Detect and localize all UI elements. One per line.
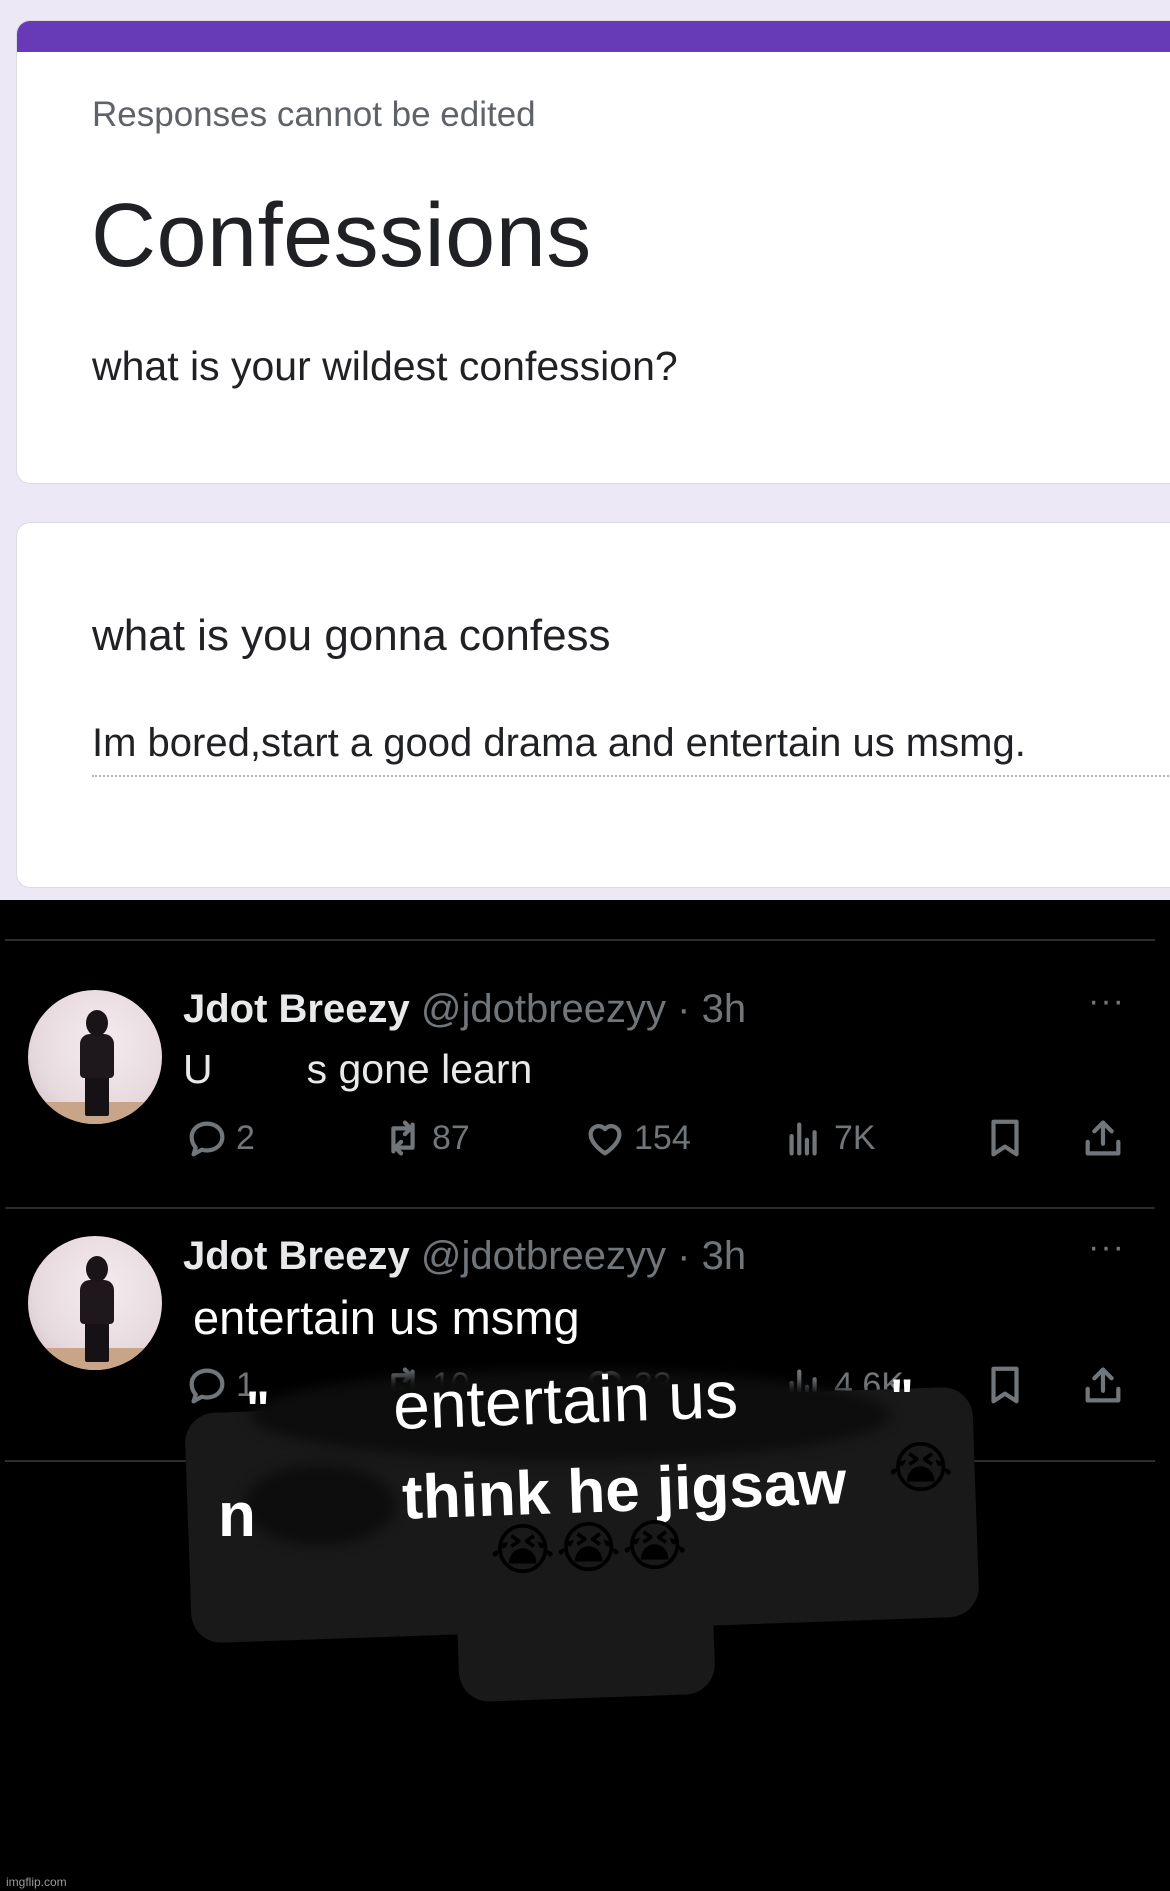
timestamp[interactable]: · 3h (677, 1234, 746, 1278)
caption-quote-open: " (246, 1381, 270, 1437)
tweet-text: entertain us msmg (193, 1291, 580, 1344)
tweet-header: Jdot Breezy @jdotbreezyy · 3h (183, 987, 746, 1032)
loudly-crying-face-emoji: 😭 (490, 1518, 556, 1581)
loudly-crying-face-emoji: 😭 (888, 1436, 954, 1499)
google-form-screenshot: Responses cannot be edited Confessions w… (0, 0, 1170, 900)
views-button[interactable]: 7K (782, 1110, 876, 1166)
responses-note: Responses cannot be edited (92, 95, 536, 134)
handle[interactable]: @jdotbreezyy (421, 1234, 666, 1278)
tweet-text: Us gone learn (183, 1046, 533, 1092)
twitter-screenshot: Jdot Breezy @jdotbreezyy · 3h ··· Us gon… (0, 900, 1170, 1891)
more-icon[interactable]: ··· (1088, 982, 1125, 1021)
like-button[interactable]: 154 (582, 1110, 691, 1166)
handle[interactable]: @jdotbreezyy (421, 987, 666, 1031)
censor-blur (245, 1465, 395, 1545)
form-accent-bar (17, 21, 1170, 52)
retweet-button[interactable]: 87 (380, 1110, 470, 1166)
question-title: what is you gonna confess (92, 611, 611, 660)
tweet-actions: 2 87 154 7K (0, 1110, 1170, 1166)
views-icon (789, 1122, 817, 1156)
loudly-crying-face-emoji: 😭 (622, 1514, 688, 1577)
form-description: what is your wildest confession? (92, 343, 678, 389)
divider (5, 1207, 1155, 1209)
reply-icon (189, 1121, 225, 1157)
caption-quote-close: " (890, 1369, 914, 1425)
reply-button[interactable]: 1 (184, 1357, 255, 1413)
display-name[interactable]: Jdot Breezy (183, 987, 410, 1031)
answer-underline (92, 775, 1170, 777)
loudly-crying-face-emoji: 😭 (556, 1516, 622, 1579)
form-title: Confessions (91, 186, 592, 286)
form-header-card: Responses cannot be edited Confessions w… (16, 20, 1170, 484)
retweet-icon (391, 1120, 415, 1156)
question-answer: Im bored,start a good drama and entertai… (92, 721, 1026, 765)
avatar[interactable] (28, 1236, 162, 1370)
bookmark-icon (991, 1366, 1019, 1404)
reply-button[interactable]: 2 (184, 1110, 255, 1166)
share-icon (1085, 1120, 1121, 1156)
caption-line-2-start: n (218, 1481, 256, 1550)
divider (5, 939, 1155, 941)
avatar[interactable] (28, 990, 162, 1124)
caption-line-1: entertain us (391, 1357, 740, 1443)
bookmark-icon (991, 1119, 1019, 1157)
watermark: imgflip.com (6, 1875, 67, 1889)
more-icon[interactable]: ··· (1088, 1228, 1125, 1267)
display-name[interactable]: Jdot Breezy (183, 1234, 410, 1278)
bookmark-button[interactable] (982, 1110, 1028, 1166)
tweet-header: Jdot Breezy @jdotbreezyy · 3h (183, 1234, 746, 1279)
share-button[interactable] (1080, 1110, 1126, 1166)
caption-bubble-tail (456, 1585, 716, 1703)
form-question-card: what is you gonna confess Im bored,start… (16, 522, 1170, 888)
timestamp[interactable]: · 3h (677, 987, 746, 1031)
reply-icon (189, 1368, 225, 1404)
share-icon (1085, 1367, 1121, 1403)
bookmark-button[interactable] (982, 1357, 1028, 1413)
like-icon (588, 1124, 622, 1156)
share-button[interactable] (1080, 1357, 1126, 1413)
tweet[interactable]: Jdot Breezy @jdotbreezyy · 3h ··· Us gon… (0, 942, 1170, 1194)
